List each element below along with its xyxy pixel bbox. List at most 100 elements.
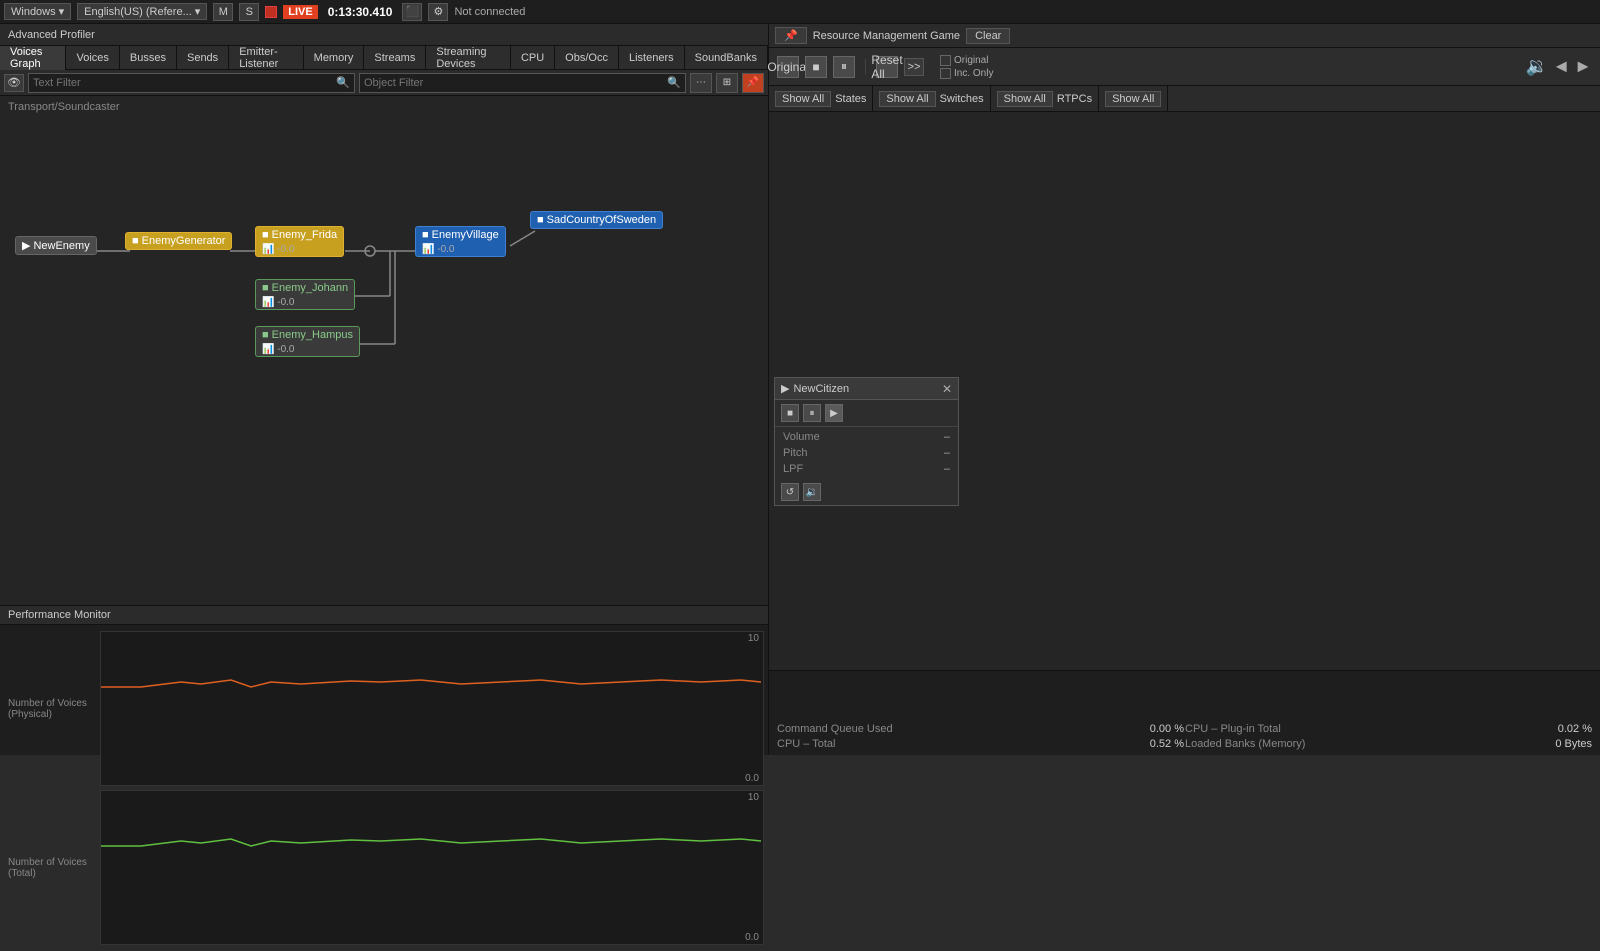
arrow-right-btn[interactable]: >> [904,58,924,76]
node-enemy-hampus[interactable]: ■ Enemy_Hampus 📊 -0.0 [255,326,360,357]
pause-btn[interactable]: ⏸ [833,56,855,78]
status-rows: Command Queue Used 0.00 % CPU – Plug-in … [769,718,1600,755]
tab-soundbanks[interactable]: SoundBanks [685,46,768,70]
node-icon: ▶ [22,239,30,252]
volume-controls: 🔉 ◄ ► [1526,56,1592,77]
sep1 [865,59,866,75]
filter-pin-btn[interactable]: 📌 [742,73,764,93]
perf-header: Performance Monitor [0,606,768,625]
rtpcs-section: Show All RTPCs [991,86,1099,111]
transport-opt-original: Original [940,55,993,66]
filter-menu-btn[interactable]: ⋯ [690,73,712,93]
tab-memory[interactable]: Memory [304,46,365,70]
settings-icon[interactable]: ⚙ [428,3,448,21]
show-all-extra-btn[interactable]: Show All [1105,91,1161,107]
chart-label-physical: Number of Voices(Physical) [0,629,100,788]
language-dropdown[interactable]: English(US) (Refere... ▾ [77,3,207,20]
capture-icon[interactable]: ⬛ [402,3,422,21]
show-all-rtpcs-btn[interactable]: Show All [997,91,1053,107]
dialog-header: ▶ NewCitizen ✕ [775,378,958,400]
volume-param-row: Volume – [783,431,950,443]
left-panel: Advanced Profiler Voices Graph Voices Bu… [0,24,769,755]
dialog-loop-btn[interactable]: ↺ [781,483,799,501]
status-label-2: CPU – Total [777,738,836,750]
status-row-2: CPU – Total 0.52 % [777,737,1184,751]
right-panel: 📌 Resource Management Game Clear Origina… [769,24,1600,755]
transport-opt-inc-only: Inc. Only [940,68,993,79]
tab-sends[interactable]: Sends [177,46,229,70]
node-icon: ■ [132,235,139,247]
lpf-param-row: LPF – [783,463,950,475]
search-icon: 🔍 [336,76,350,89]
soundcaster-game-label: Resource Management Game [813,30,960,42]
tab-obs-occ[interactable]: Obs/Occ [555,46,619,70]
connection-status: Not connected [454,6,525,18]
tab-voices[interactable]: Voices [66,46,119,70]
top-bar: Windows ▾ English(US) (Refere... ▾ M S L… [0,0,1600,24]
dialog-pause-btn[interactable]: ⏸ [803,404,821,422]
status-row-0: Command Queue Used 0.00 % [777,722,1184,736]
stop-btn[interactable]: ■ [805,56,827,78]
states-section: Show All States [769,86,873,111]
m-button[interactable]: M [213,3,233,21]
chart-min-total: 0.0 [745,932,759,943]
timer: 0:13:30.410 [328,5,393,19]
dialog-title: ▶ NewCitizen [781,382,849,395]
status-label-0: Command Queue Used [777,723,893,735]
chart-svg-physical [101,632,763,785]
object-filter-input[interactable] [364,77,667,89]
search-icon-2: 🔍 [667,76,681,89]
eye-icon[interactable]: 👁 [4,74,24,92]
text-filter-wrap: 🔍 [28,73,355,93]
pitch-icon: ◄ [1552,56,1570,77]
node-icon: ■ [537,214,544,226]
chart-max-total: 10 [748,792,759,803]
original-btn[interactable]: Original [777,56,799,78]
lpf-param-value: – [944,463,950,475]
node-sad-country[interactable]: ■ SadCountryOfSweden [530,211,663,229]
main-container: Advanced Profiler Voices Graph Voices Bu… [0,24,1600,755]
show-all-switches-btn[interactable]: Show All [879,91,935,107]
dialog-play-btn[interactable]: ▶ [825,404,843,422]
tab-streams[interactable]: Streams [364,46,426,70]
text-filter-input[interactable] [33,77,336,89]
filter-options-btn[interactable]: ⊞ [716,73,738,93]
dialog-stop-btn[interactable]: ■ [781,404,799,422]
node-enemy-frida[interactable]: ■ Enemy_Frida 📊 -0.0 [255,226,344,257]
checkbox-original[interactable] [940,55,951,66]
checkbox-inc-only[interactable] [940,68,951,79]
node-enemy-johann[interactable]: ■ Enemy_Johann 📊 -0.0 [255,279,355,310]
pitch-icon-2: ► [1574,56,1592,77]
tab-cpu[interactable]: CPU [511,46,555,70]
switches-section: Show All Switches [873,86,990,111]
s-button[interactable]: S [239,3,259,21]
dialog-close-btn[interactable]: ✕ [942,382,952,396]
show-all-states-btn[interactable]: Show All [775,91,831,107]
perf-charts: Number of Voices(Physical) 10 0.0 Num [0,625,768,951]
tab-listeners[interactable]: Listeners [619,46,685,70]
transport-label: Transport/Soundcaster [8,101,119,113]
node-enemy-village[interactable]: ■ EnemyVillage 📊 -0.0 [415,226,506,257]
status-value-1: 0.02 % [1558,723,1592,735]
clear-button[interactable]: Clear [966,28,1010,44]
chart-row-physical: Number of Voices(Physical) 10 0.0 [0,629,768,788]
tab-emitter-listener[interactable]: Emitter-Listener [229,46,303,70]
status-value-2: 0.52 % [1150,738,1184,750]
tabs-row: Voices Graph Voices Busses Sends Emitter… [0,46,768,70]
node-new-enemy[interactable]: ▶ NewEnemy [15,236,97,255]
node-enemy-generator[interactable]: ■ EnemyGenerator [125,232,232,250]
status-value-0: 0.00 % [1150,723,1184,735]
tab-voices-graph[interactable]: Voices Graph [0,46,66,70]
tab-streaming-devices[interactable]: Streaming Devices [426,46,511,70]
pin-button[interactable]: 📌 [775,27,807,44]
perf-monitor: Performance Monitor Number of Voices(Phy… [0,605,768,755]
volume-param-label: Volume [783,431,820,443]
rtpcs-label: RTPCs [1057,93,1092,105]
status-row-3: Loaded Banks (Memory) 0 Bytes [1185,737,1592,751]
windows-dropdown[interactable]: Windows ▾ [4,3,71,20]
dialog-volume-btn[interactable]: 🔉 [803,483,821,501]
chart-row-total: Number of Voices(Total) 10 0.0 [0,788,768,947]
dialog-title-icon: ▶ [781,382,789,395]
tab-busses[interactable]: Busses [120,46,177,70]
reset-all-btn[interactable]: Reset All [876,56,898,78]
